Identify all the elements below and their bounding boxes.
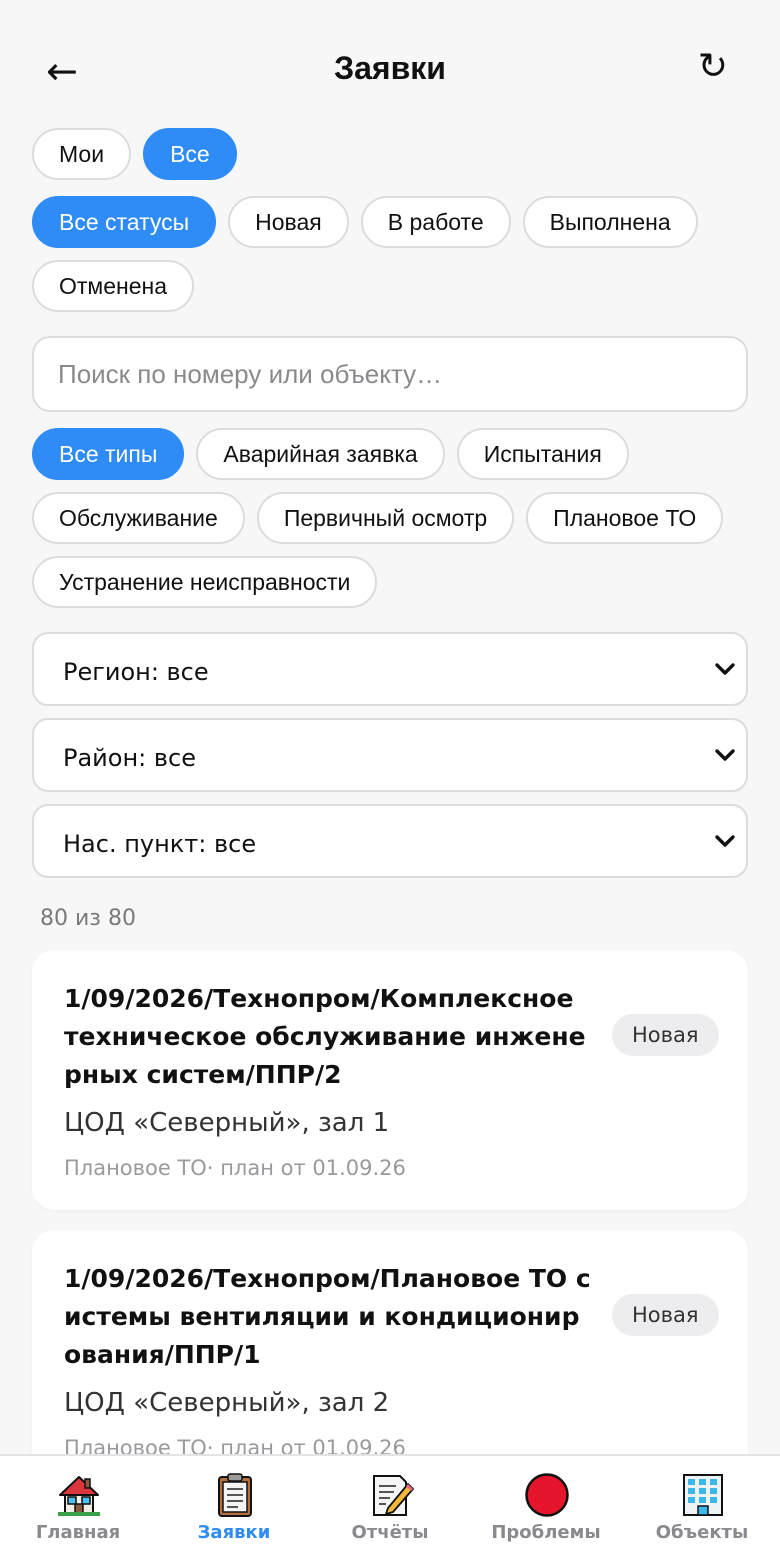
memo-icon xyxy=(373,1475,414,1516)
request-card[interactable]: 1/09/2026/Технопром/Комплексное техничес… xyxy=(32,950,748,1210)
chip-scope-all[interactable]: Все xyxy=(143,128,237,180)
tab-requests-label: Заявки xyxy=(197,1522,271,1543)
chip-status-cancelled[interactable]: Отменена xyxy=(32,260,195,312)
chip-status-new[interactable]: Новая xyxy=(228,196,349,248)
chip-type-repair[interactable]: Устранение неисправности xyxy=(32,556,378,608)
tab-problems[interactable]: Проблемы xyxy=(468,1456,624,1560)
chip-scope-mine[interactable]: Мои xyxy=(32,128,132,180)
red-circle-icon xyxy=(525,1473,569,1517)
request-meta: Плановое ТО· план от 01.09.26 xyxy=(64,1156,406,1180)
tab-home[interactable]: Главная xyxy=(0,1456,156,1560)
region-select-value: Регион: все xyxy=(63,658,209,686)
chevron-down-icon xyxy=(715,749,735,761)
chip-status-all[interactable]: Все статусы xyxy=(32,196,217,248)
chip-type-all[interactable]: Все типы xyxy=(32,428,185,480)
status-badge: Новая xyxy=(612,1014,719,1056)
chip-type-tests[interactable]: Испытания xyxy=(456,428,629,480)
chip-type-planned[interactable]: Плановое ТО xyxy=(526,492,724,544)
chip-type-service[interactable]: Обслуживание xyxy=(32,492,245,544)
chip-type-inspection[interactable]: Первичный осмотр xyxy=(256,492,515,544)
town-select-value: Нас. пункт: все xyxy=(63,830,257,858)
clipboard-icon xyxy=(218,1473,252,1517)
request-object: ЦОД «Северный», зал 2 xyxy=(64,1388,390,1418)
tab-objects-label: Объекты xyxy=(655,1522,749,1543)
tab-problems-label: Проблемы xyxy=(491,1522,601,1543)
chip-status-in-progress[interactable]: В работе xyxy=(360,196,511,248)
scope-filter-row: Мои Все xyxy=(32,128,748,180)
town-select[interactable]: Нас. пункт: все xyxy=(32,804,748,878)
request-title: 1/09/2026/Технопром/Плановое ТО системы … xyxy=(64,1264,591,1369)
chip-type-emergency[interactable]: Аварийная заявка xyxy=(196,428,445,480)
tab-home-label: Главная xyxy=(35,1522,121,1543)
type-filter-row: Все типы Аварийная заявка Испытания Обсл… xyxy=(32,428,748,608)
tab-objects[interactable]: Объекты xyxy=(624,1456,780,1560)
bottom-tab-bar: Главная Заявки Отчёты Проблемы Объекты xyxy=(0,1454,780,1560)
chevron-down-icon xyxy=(715,663,735,675)
building-icon xyxy=(683,1474,723,1516)
chip-status-done[interactable]: Выполнена xyxy=(522,196,698,248)
results-count: 80 из 80 xyxy=(40,906,136,931)
tab-reports[interactable]: Отчёты xyxy=(312,1456,468,1560)
district-select-value: Район: все xyxy=(63,744,196,772)
house-icon xyxy=(58,1476,100,1516)
chevron-down-icon xyxy=(715,835,735,847)
status-filter-row: Все статусы Новая В работе Выполнена Отм… xyxy=(32,196,748,312)
district-select[interactable]: Район: все xyxy=(32,718,748,792)
header: ← Заявки ↻ xyxy=(0,0,780,140)
status-badge: Новая xyxy=(612,1294,719,1336)
request-object: ЦОД «Северный», зал 1 xyxy=(64,1108,390,1138)
tab-requests[interactable]: Заявки xyxy=(156,1456,312,1560)
search-input[interactable] xyxy=(32,336,748,412)
tab-reports-label: Отчёты xyxy=(351,1522,429,1543)
request-title: 1/09/2026/Технопром/Комплексное техничес… xyxy=(64,984,586,1089)
page-title: Заявки xyxy=(334,50,446,86)
region-select[interactable]: Регион: все xyxy=(32,632,748,706)
refresh-icon[interactable]: ↻ xyxy=(690,44,736,90)
request-card[interactable]: 1/09/2026/Технопром/Плановое ТО системы … xyxy=(32,1230,748,1490)
